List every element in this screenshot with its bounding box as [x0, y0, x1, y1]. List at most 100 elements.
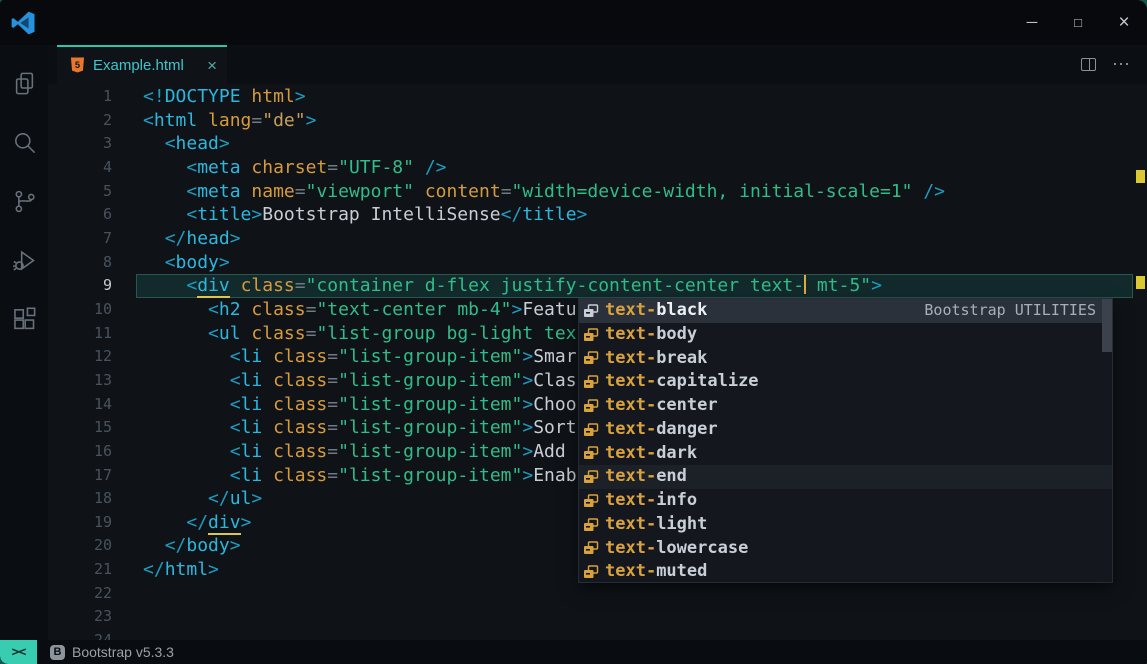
code-line[interactable]: 22: [48, 582, 1147, 606]
html5-file-icon: 5: [70, 57, 85, 74]
line-number: 9: [48, 274, 112, 298]
suggest-label: text-body: [605, 323, 697, 347]
code-line[interactable]: 7 </head>: [48, 227, 1147, 251]
suggest-label: text-black: [605, 299, 707, 323]
activity-item-extensions[interactable]: [0, 290, 48, 349]
source-control-icon: [11, 188, 38, 215]
code-text: [112, 606, 143, 627]
tab-close-icon[interactable]: ×: [207, 57, 217, 74]
suggest-label: text-break: [605, 347, 707, 371]
line-number: 22: [48, 582, 112, 606]
suggest-scrollbar[interactable]: [1102, 299, 1112, 352]
activity-item-source-control[interactable]: [0, 172, 48, 231]
code-line[interactable]: 4 <meta charset="UTF-8" />: [48, 156, 1147, 180]
code-text: <li class="list-group-item">Enab: [112, 465, 577, 486]
bootstrap-icon: B: [50, 645, 65, 660]
suggest-item-text-end[interactable]: text-end: [579, 465, 1112, 489]
suggest-item-text-center[interactable]: text-center: [579, 394, 1112, 418]
css-class-icon: [583, 470, 599, 484]
close-button[interactable]: ×: [1101, 0, 1147, 45]
code-text: <meta charset="UTF-8" />: [112, 157, 447, 178]
suggest-item-text-break[interactable]: text-break: [579, 347, 1112, 371]
remote-indicator[interactable]: ><: [0, 640, 37, 664]
suggest-label: text-lowercase: [605, 537, 748, 561]
code-line[interactable]: 6 <title>Bootstrap IntelliSense</title>: [48, 203, 1147, 227]
code-line[interactable]: 1<!DOCTYPE html>: [48, 85, 1147, 109]
tab-example-html[interactable]: 5 Example.html ×: [57, 45, 227, 84]
line-number: 7: [48, 227, 112, 251]
code-line[interactable]: 9 <div class="container d-flex justify-c…: [48, 274, 1147, 298]
suggest-item-text-dark[interactable]: text-dark: [579, 442, 1112, 466]
suggest-item-text-lowercase[interactable]: text-lowercase: [579, 537, 1112, 561]
code-text: <head>: [112, 133, 230, 154]
css-class-icon: [583, 565, 599, 579]
css-class-icon: [583, 494, 599, 508]
window-controls: ─ □ ×: [1009, 0, 1147, 45]
suggest-item-text-black[interactable]: text-black Bootstrap UTILITIES: [579, 299, 1112, 323]
title-bar: ─ □ ×: [0, 0, 1147, 45]
suggest-item-text-body[interactable]: text-body: [579, 323, 1112, 347]
code-text: <!DOCTYPE html>: [112, 86, 306, 107]
code-text: <html lang="de">: [112, 110, 316, 131]
css-class-icon: [583, 351, 599, 365]
code-text: <li class="list-group-item">Add: [112, 441, 577, 462]
code-text: <div class="container d-flex justify-con…: [112, 275, 882, 296]
css-class-icon: [583, 446, 599, 460]
code-text: </div>: [112, 512, 251, 533]
activity-item-run-debug[interactable]: [0, 231, 48, 290]
bootstrap-status-item[interactable]: B Bootstrap v5.3.3: [50, 640, 174, 664]
suggest-item-text-danger[interactable]: text-danger: [579, 418, 1112, 442]
minimize-button[interactable]: ─: [1009, 0, 1055, 45]
status-bar: >< B Bootstrap v5.3.3: [0, 640, 1147, 664]
css-class-icon: [583, 423, 599, 437]
line-number: 17: [48, 464, 112, 488]
css-class-icon: [583, 328, 599, 342]
extensions-icon: [11, 306, 38, 333]
more-actions-icon[interactable]: ⋯: [1112, 61, 1131, 68]
suggest-label: text-dark: [605, 442, 697, 466]
line-number: 11: [48, 322, 112, 346]
suggest-label: text-center: [605, 394, 718, 418]
explorer-icon: [11, 70, 38, 97]
maximize-button[interactable]: □: [1055, 0, 1101, 45]
code-line[interactable]: 2<html lang="de">: [48, 109, 1147, 133]
code-text: </body>: [112, 535, 241, 556]
code-text: </ul>: [112, 488, 262, 509]
code-line[interactable]: 5 <meta name="viewport" content="width=d…: [48, 180, 1147, 204]
code-text: <h2 class="text-center mb-4">Featu: [112, 299, 577, 320]
overview-ruler-marker: [1136, 170, 1145, 183]
code-text: <meta name="viewport" content="width=dev…: [112, 181, 945, 202]
activity-item-search[interactable]: [0, 113, 48, 172]
tab-label: Example.html: [93, 57, 184, 74]
tab-bar: 5 Example.html × ⋯: [48, 45, 1147, 84]
code-editor[interactable]: 1<!DOCTYPE html>2<html lang="de">3 <head…: [48, 84, 1147, 640]
bootstrap-version-label: Bootstrap v5.3.3: [72, 644, 174, 660]
suggest-item-text-info[interactable]: text-info: [579, 489, 1112, 513]
css-class-icon: [583, 375, 599, 389]
suggest-item-text-capitalize[interactable]: text-capitalize: [579, 370, 1112, 394]
line-number: 18: [48, 487, 112, 511]
activity-item-explorer[interactable]: [0, 54, 48, 113]
code-text: <li class="list-group-item">Clas: [112, 370, 577, 391]
split-editor-icon[interactable]: [1081, 58, 1096, 71]
line-number: 12: [48, 345, 112, 369]
code-line[interactable]: 8 <body>: [48, 251, 1147, 275]
suggest-label: text-info: [605, 489, 697, 513]
css-class-icon: [583, 518, 599, 532]
suggest-item-text-muted[interactable]: text-muted: [579, 560, 1112, 584]
suggest-item-text-light[interactable]: text-light: [579, 513, 1112, 537]
code-line[interactable]: 3 <head>: [48, 132, 1147, 156]
suggest-label: text-light: [605, 513, 707, 537]
code-line[interactable]: 23: [48, 605, 1147, 629]
run-debug-icon: [11, 247, 38, 274]
suggest-detail: Bootstrap UTILITIES: [924, 299, 1112, 323]
line-number: 20: [48, 534, 112, 558]
intellisense-popup: text-blackBootstrap UTILITIEStext-bodyte…: [578, 298, 1113, 583]
vscode-logo-icon: [11, 11, 35, 35]
line-number: 21: [48, 558, 112, 582]
editor-actions: ⋯: [1081, 45, 1131, 84]
code-text: [112, 583, 143, 604]
code-line[interactable]: 24: [48, 629, 1147, 640]
code-text: </head>: [112, 228, 241, 249]
line-number: 19: [48, 511, 112, 535]
